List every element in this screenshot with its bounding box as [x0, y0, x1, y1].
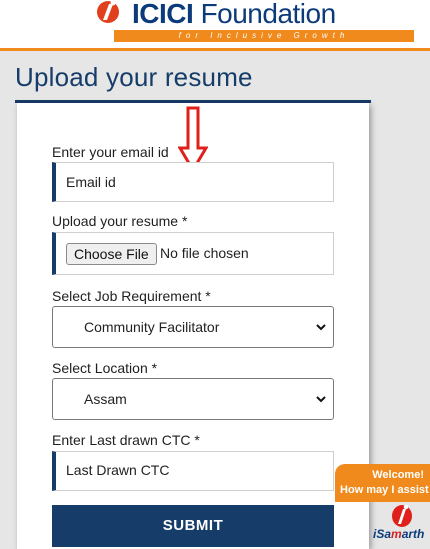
job-requirement-label: Select Job Requirement * [52, 288, 211, 304]
location-value: Assam [84, 391, 127, 407]
ctc-label: Enter Last drawn CTC * [52, 432, 200, 448]
chat-bubble[interactable]: Welcome! How may I assist [335, 464, 430, 502]
job-requirement-value: Community Facilitator [84, 319, 220, 335]
chevron-down-icon [316, 324, 326, 331]
email-field[interactable]: Email id [52, 162, 334, 202]
brand-name: ICICI Foundation [132, 0, 336, 30]
choose-file-button[interactable]: Choose File [66, 243, 157, 265]
email-placeholder: Email id [66, 174, 116, 190]
file-status-text: No file chosen [160, 245, 249, 261]
page-title: Upload your resume [15, 62, 253, 92]
ctc-field[interactable]: Last Drawn CTC [52, 451, 334, 491]
isamarth-logo-icon [392, 504, 412, 527]
header-divider [0, 48, 430, 51]
location-select[interactable]: Assam [52, 378, 334, 420]
job-requirement-select[interactable]: Community Facilitator [52, 306, 334, 348]
isamarth-brand-suffix: arth [401, 527, 425, 541]
brand-secondary: Foundation [200, 0, 337, 29]
brand-tagline-bar: for Inclusive Growth [114, 30, 414, 42]
chat-assist-text: How may I assist [340, 484, 429, 496]
resume-label: Upload your resume * [52, 213, 188, 229]
chat-welcome-text: Welcome! [372, 469, 424, 481]
resume-file-input[interactable]: Choose File No file chosen [52, 232, 334, 275]
brand-primary: ICICI [132, 0, 194, 29]
icici-logo-icon [97, 0, 119, 23]
brand-tagline: for Inclusive Growth [178, 31, 350, 40]
isamarth-brand-prefix: iSa [373, 527, 392, 541]
isamarth-brand: iSamarth [373, 527, 424, 541]
isamarth-brand-accent: m [391, 527, 402, 541]
chevron-down-icon [316, 396, 326, 403]
location-label: Select Location * [52, 360, 158, 376]
ctc-placeholder: Last Drawn CTC [66, 462, 170, 478]
site-header: ICICI Foundation for Inclusive Growth [0, 0, 430, 48]
chat-widget[interactable]: Welcome! How may I assist iSamarth [335, 464, 430, 549]
icici-foundation-logo[interactable]: ICICI Foundation for Inclusive Growth [92, 0, 422, 46]
submit-button[interactable]: SUBMIT [52, 505, 334, 547]
email-label: Enter your email id [52, 144, 169, 160]
